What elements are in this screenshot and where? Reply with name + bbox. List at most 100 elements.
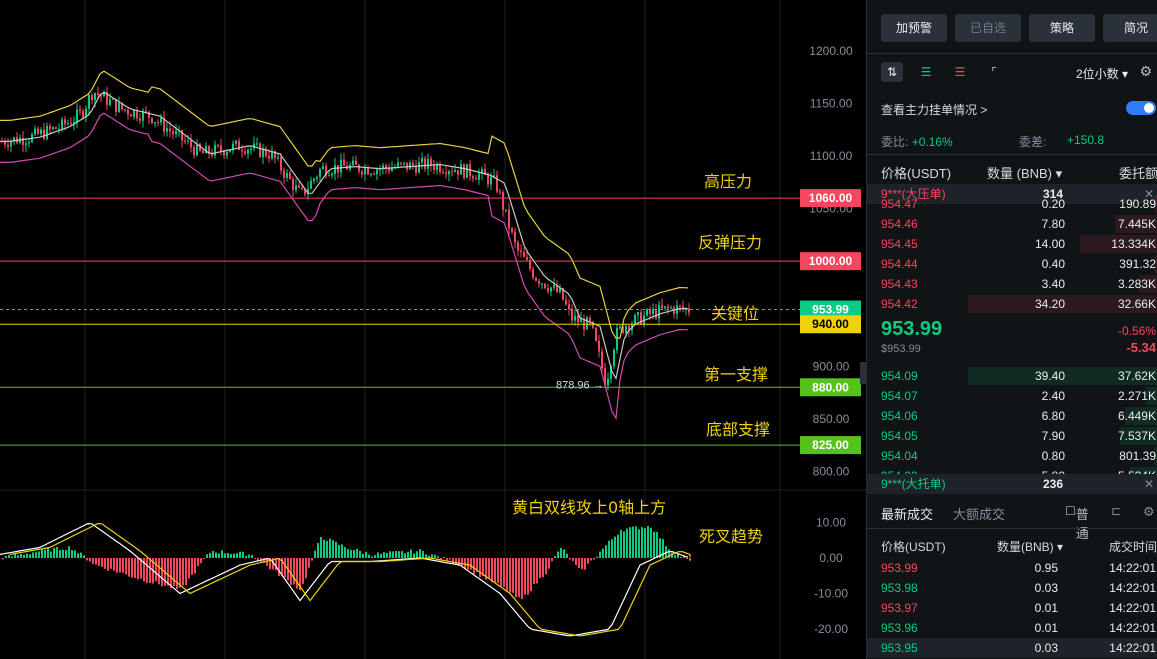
normal-checkbox[interactable]: ☐ 普通: [1065, 504, 1089, 541]
macd-bar: [5, 555, 7, 558]
candle-body: [313, 178, 315, 181]
trade-price: 953.96: [881, 621, 918, 635]
trade-row[interactable]: 953.98 0.03 14:22:01: [867, 578, 1157, 598]
candle-body: [88, 95, 90, 109]
macd-bar: [50, 551, 52, 558]
macd-bar: [626, 528, 628, 558]
ask-row[interactable]: 954.43 3.40 3.283K: [867, 274, 1157, 294]
tab-large-trades[interactable]: 大额成交: [953, 504, 1005, 523]
orderbook-bids-icon[interactable]: ☰: [915, 62, 937, 82]
chart-canvas[interactable]: 1200.001150.001100.001050.00900.00850.00…: [0, 0, 866, 659]
candle-body: [688, 308, 690, 313]
macd-bar: [554, 556, 556, 558]
weibi-value: +0.16%: [911, 135, 953, 149]
depth-link[interactable]: 查看主力挂单情况 >: [881, 103, 987, 117]
macd-bar: [593, 558, 595, 560]
orderbook-depth-icon[interactable]: ⌜: [983, 62, 1005, 82]
macd-bar: [80, 552, 82, 558]
macd-bar: [89, 558, 91, 562]
candle-body: [580, 319, 582, 323]
candle-body: [244, 151, 246, 154]
candle-body: [286, 172, 288, 178]
candle-body: [607, 378, 609, 386]
macd-bar: [656, 532, 658, 558]
price-tag-label: 1000.00: [809, 254, 853, 268]
ask-row[interactable]: 954.44 0.40 391.32: [867, 254, 1157, 274]
macd-bar: [497, 558, 499, 584]
trade-row[interactable]: 953.97 0.01 14:22:01: [867, 598, 1157, 618]
macd-bar: [614, 536, 616, 558]
settings-icon[interactable]: ⚙: [1139, 63, 1152, 80]
candle-body: [229, 150, 231, 153]
settings-icon[interactable]: ⚙: [1143, 504, 1155, 520]
qty-header[interactable]: 数量 (BNB) ▾: [987, 163, 1062, 182]
candle-body: [247, 149, 249, 154]
macd-bar: [383, 552, 385, 558]
macd-bar: [149, 558, 151, 583]
bid-row[interactable]: 954.06 6.80 6.449K: [867, 406, 1157, 426]
row-price: 954.46: [881, 217, 918, 231]
depth-toggle[interactable]: [1126, 101, 1156, 115]
add-alert-button[interactable]: 加预警: [881, 14, 947, 42]
macd-bar: [494, 558, 496, 583]
macd-bar: [77, 553, 79, 558]
macd-bar: [374, 555, 376, 558]
decimals-value: 2位小数: [1075, 67, 1119, 81]
candle-body: [646, 309, 648, 316]
macd-bar: [338, 544, 340, 558]
candle-body: [406, 162, 408, 170]
macd-bar: [107, 558, 109, 571]
orderbook-both-icon[interactable]: ⇅: [881, 62, 903, 82]
change-percent: -0.56%: [1117, 324, 1156, 338]
macd-bar: [194, 558, 196, 574]
candle-body: [169, 128, 171, 132]
trade-row[interactable]: 953.95 0.03 14:22:01: [867, 638, 1157, 658]
ask-row[interactable]: 954.46 7.80 7.445K: [867, 214, 1157, 234]
row-total: 801.39: [1119, 449, 1156, 463]
close-icon[interactable]: ✕: [1144, 474, 1154, 494]
ask-row[interactable]: 954.45 14.00 13.334K: [867, 234, 1157, 254]
bid-row[interactable]: 954.07 2.40 2.271K: [867, 386, 1157, 406]
candle-body: [667, 306, 669, 309]
watchlist-button[interactable]: 已自选: [955, 14, 1021, 42]
right-panel: 加预警 已自选 策略 简况 ⇅ ☰ ☰ ⌜ 2位小数 ▾ ⚙ 查看主力挂单情况 …: [866, 0, 1157, 659]
filter-icon[interactable]: ⊏: [1111, 504, 1121, 518]
row-total: 32.66K: [1117, 297, 1156, 311]
trade-row[interactable]: 953.99 0.95 14:22:01: [867, 558, 1157, 578]
bid-row[interactable]: 954.09 39.40 37.62K: [867, 366, 1157, 386]
weicha-value: +150.8: [1067, 133, 1105, 147]
tab-latest-trades[interactable]: 最新成交: [881, 504, 933, 523]
macd-bar: [116, 558, 118, 573]
macd-bar: [8, 554, 10, 558]
kline-chart[interactable]: 1200.00 1150.00 1100.00 1050.00 900.00 850.00…: [0, 0, 866, 659]
trade-qty-header-label: 数量(BNB): [997, 540, 1054, 554]
candle-body: [37, 128, 39, 135]
orderbook-asks-icon[interactable]: ☰: [949, 62, 971, 82]
trade-qty-header[interactable]: 数量(BNB) ▾: [997, 538, 1063, 555]
candle-body: [268, 155, 270, 159]
candle-body: [58, 128, 60, 130]
row-price: 954.42: [881, 297, 918, 311]
bid-row[interactable]: 954.05 7.90 7.537K: [867, 426, 1157, 446]
row-total: 7.445K: [1117, 217, 1156, 231]
macd-bar: [431, 554, 433, 558]
big-bid-row[interactable]: 9***(大托单) 236 ✕: [867, 474, 1157, 494]
overview-button[interactable]: 简况: [1103, 14, 1157, 42]
macd-bar: [203, 558, 205, 560]
macd-bar: [560, 547, 562, 558]
macd-bar: [95, 558, 97, 565]
macd-bar: [41, 548, 43, 558]
macd-bar: [221, 550, 223, 558]
macd-bar: [638, 529, 640, 558]
decimals-select[interactable]: 2位小数 ▾: [1076, 65, 1128, 82]
macd-bar: [398, 551, 400, 558]
candle-body: [526, 257, 528, 260]
candle-body: [502, 192, 504, 210]
candle-body: [259, 143, 261, 157]
strategy-button[interactable]: 策略: [1029, 14, 1095, 42]
bid-row[interactable]: 954.04 0.80 801.39: [867, 446, 1157, 466]
ask-row[interactable]: 954.42 34.20 32.66K: [867, 294, 1157, 314]
trade-row[interactable]: 953.96 0.01 14:22:01: [867, 618, 1157, 638]
macd-bar: [371, 556, 373, 558]
ask-row[interactable]: 954.47 0.20 190.89: [867, 194, 1157, 214]
